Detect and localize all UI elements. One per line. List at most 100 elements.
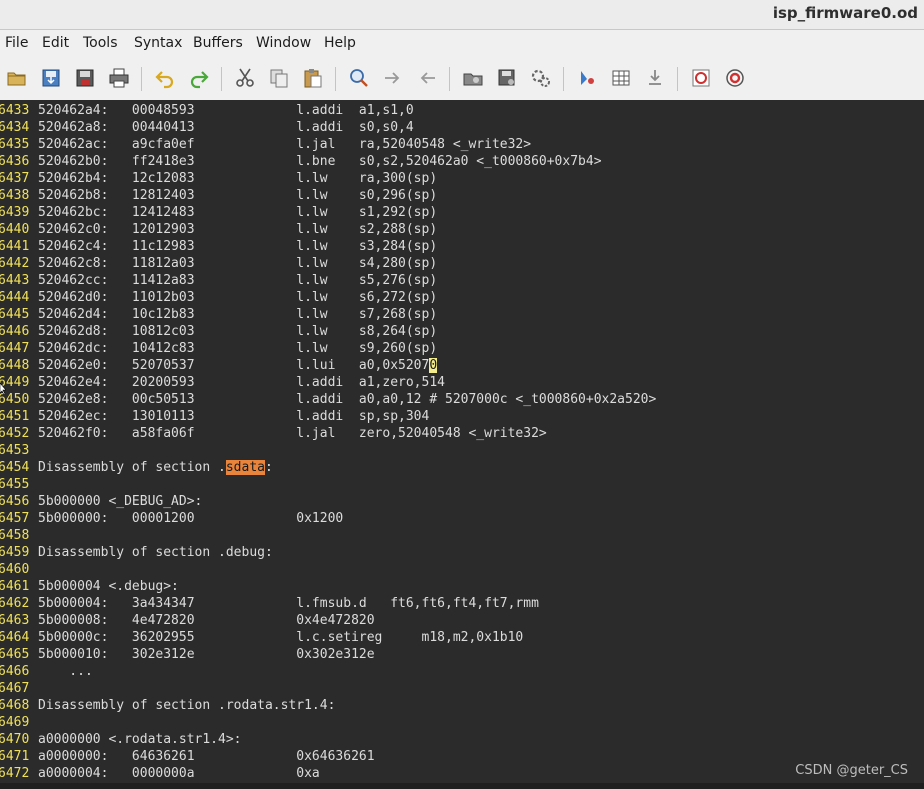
line-number: 6459	[0, 545, 30, 560]
menu-syntax[interactable]: Syntax	[134, 35, 182, 51]
line-number: 6433	[0, 103, 30, 118]
line-number: 6456	[0, 494, 30, 509]
code-line[interactable]: 6440 520462c0: 12012903 l.lw s2,288(sp)	[0, 221, 924, 238]
menu-buffers[interactable]: Buffers	[193, 35, 243, 51]
code-line[interactable]: 6461 5b000004 <.debug>:	[0, 578, 924, 595]
editor-buffer[interactable]: 6433 520462a4: 00048593 l.addi a1,s1,0 643…	[0, 100, 924, 783]
line-number: 6457	[0, 511, 30, 526]
code-line[interactable]: 6446 520462d8: 10812c03 l.lw s8,264(sp)	[0, 323, 924, 340]
code-line[interactable]: 6436 520462b0: ff2418e3 l.bne s0,s2,52046…	[0, 153, 924, 170]
code-line[interactable]: 6468 Disassembly of section .rodata.str1.…	[0, 697, 924, 714]
line-number: 6469	[0, 715, 30, 730]
line-text: 520462e0: 52070537 l.lui a0,0x52070	[38, 357, 438, 374]
code-line[interactable]: 6433 520462a4: 00048593 l.addi a1,s1,0	[0, 102, 924, 119]
code-line[interactable]: 6441 520462c4: 11c12983 l.lw s3,284(sp)	[0, 238, 924, 255]
help-icon[interactable]	[689, 66, 713, 90]
print-icon[interactable]	[107, 66, 131, 90]
code-line[interactable]: 6448 520462e0: 52070537 l.lui a0,0x52070	[0, 357, 924, 374]
code-line[interactable]: 6453	[0, 442, 924, 459]
text-cursor: 0	[429, 358, 438, 373]
code-line[interactable]: 6467	[0, 680, 924, 697]
code-line[interactable]: 6442 520462c8: 11812a03 l.lw s4,280(sp)	[0, 255, 924, 272]
line-text: 520462b8: 12812403 l.lw s0,296(sp)	[38, 188, 438, 203]
code-line[interactable]: 6439 520462bc: 12412483 l.lw s1,292(sp)	[0, 204, 924, 221]
line-text: 520462cc: 11412a83 l.lw s5,276(sp)	[38, 273, 438, 288]
code-line[interactable]: 6443 520462cc: 11412a83 l.lw s5,276(sp)	[0, 272, 924, 289]
jump-tag-icon[interactable]	[643, 66, 667, 90]
code-line[interactable]: 6455	[0, 476, 924, 493]
open-file-icon[interactable]	[5, 66, 29, 90]
line-text: 520462b0: ff2418e3 l.bne s0,s2,520462a0 …	[38, 154, 602, 169]
copy-icon[interactable]	[267, 66, 291, 90]
menu-file[interactable]: File	[5, 35, 28, 51]
code-line[interactable]: 6457 5b000000: 00001200 0x1200	[0, 510, 924, 527]
code-line[interactable]: 6454 Disassembly of section .sdata:	[0, 459, 924, 476]
find-help-icon[interactable]	[723, 66, 747, 90]
line-number: 6442	[0, 256, 30, 271]
code-line[interactable]: 6463 5b000008: 4e472820 0x4e472820	[0, 612, 924, 629]
line-text-prefix: 520462e0: 52070537 l.lui a0,0x5207	[38, 358, 430, 373]
paste-icon[interactable]	[301, 66, 325, 90]
title-bar: isp_firmware0.od	[0, 0, 924, 30]
code-line[interactable]: 6470 a0000000 <.rodata.str1.4>:	[0, 731, 924, 748]
save-file-icon[interactable]	[39, 66, 63, 90]
line-number: 6462	[0, 596, 30, 611]
code-line[interactable]: 6450 520462e8: 00c50513 l.addi a0,a0,12 #…	[0, 391, 924, 408]
menu-edit[interactable]: Edit	[42, 35, 69, 51]
code-line[interactable]: 6444 520462d0: 11012b03 l.lw s6,272(sp)	[0, 289, 924, 306]
line-number: 6455	[0, 477, 30, 492]
line-text: 520462c0: 12012903 l.lw s2,288(sp)	[38, 222, 438, 237]
code-line[interactable]: 6438 520462b8: 12812403 l.lw s0,296(sp)	[0, 187, 924, 204]
code-line[interactable]: 6460	[0, 561, 924, 578]
build-tags-icon[interactable]	[609, 66, 633, 90]
find-next-icon[interactable]	[381, 66, 405, 90]
code-line[interactable]: 6469	[0, 714, 924, 731]
line-text: 520462d8: 10812c03 l.lw s8,264(sp)	[38, 324, 438, 339]
code-line[interactable]: 6464 5b00000c: 36202955 l.c.setireg m18,m…	[0, 629, 924, 646]
code-line[interactable]: 6435 520462ac: a9cfa0ef l.jal ra,52040548…	[0, 136, 924, 153]
code-line[interactable]: 6451 520462ec: 13010113 l.addi sp,sp,304	[0, 408, 924, 425]
line-text: ...	[38, 664, 93, 679]
cut-icon[interactable]	[233, 66, 257, 90]
code-line[interactable]: 6466 ...	[0, 663, 924, 680]
save-session-icon[interactable]	[495, 66, 519, 90]
line-text: 520462a8: 00440413 l.addi s0,s0,4	[38, 120, 414, 135]
code-line[interactable]: 6449 520462e4: 20200593 l.addi a1,zero,51…	[0, 374, 924, 391]
run-script-icon[interactable]	[529, 66, 553, 90]
code-line[interactable]: 6462 5b000004: 3a434347 l.fmsub.d ft6,ft6…	[0, 595, 924, 612]
line-number: 6439	[0, 205, 30, 220]
line-number: 6454	[0, 460, 30, 475]
menu-tools[interactable]: Tools	[83, 35, 118, 51]
code-line[interactable]: 6447 520462dc: 10412c83 l.lw s9,260(sp)	[0, 340, 924, 357]
load-session-icon[interactable]	[461, 66, 485, 90]
code-line[interactable]: 6434 520462a8: 00440413 l.addi s0,s0,4	[0, 119, 924, 136]
line-number: 6448	[0, 358, 30, 373]
line-number: 6468	[0, 698, 30, 713]
code-line[interactable]: 6472 a0000004: 0000000a 0xa	[0, 765, 924, 782]
line-number: 6472	[0, 766, 30, 781]
code-line[interactable]: 6459 Disassembly of section .debug:	[0, 544, 924, 561]
toolbar-separator	[141, 67, 142, 91]
code-line[interactable]: 6458	[0, 527, 924, 544]
menu-window[interactable]: Window	[256, 35, 311, 51]
code-line[interactable]: 6437 520462b4: 12c12083 l.lw ra,300(sp)	[0, 170, 924, 187]
code-line[interactable]: 6456 5b000000 <_DEBUG_AD>:	[0, 493, 924, 510]
line-text: 5b000004 <.debug>:	[38, 579, 179, 594]
find-replace-icon[interactable]	[347, 66, 371, 90]
line-number: 6467	[0, 681, 30, 696]
code-line[interactable]: 6445 520462d4: 10c12b83 l.lw s7,268(sp)	[0, 306, 924, 323]
menu-help[interactable]: Help	[324, 35, 356, 51]
save-all-icon[interactable]	[73, 66, 97, 90]
code-line[interactable]: 6465 5b000010: 302e312e 0x302e312e	[0, 646, 924, 663]
find-prev-icon[interactable]	[415, 66, 439, 90]
line-number: 6464	[0, 630, 30, 645]
code-line[interactable]: 6452 520462f0: a58fa06f l.jal zero,520405…	[0, 425, 924, 442]
line-number: 6434	[0, 120, 30, 135]
make-icon[interactable]	[575, 66, 599, 90]
undo-icon[interactable]	[153, 66, 177, 90]
toolbar-separator	[677, 67, 678, 91]
code-line[interactable]: 6471 a0000000: 64636261 0x64636261	[0, 748, 924, 765]
line-number: 6437	[0, 171, 30, 186]
line-number: 6463	[0, 613, 30, 628]
redo-icon[interactable]	[187, 66, 211, 90]
